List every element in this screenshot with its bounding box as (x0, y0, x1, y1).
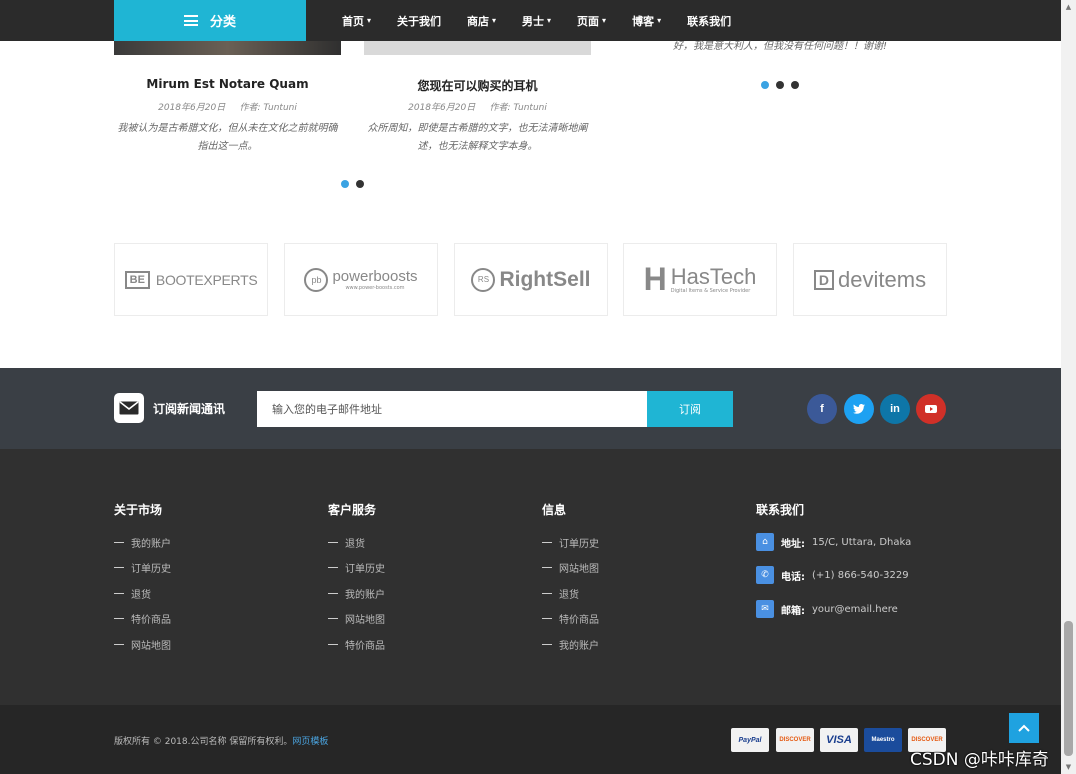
footer-column-title: 联系我们 (756, 503, 805, 517)
nav-item-shop[interactable]: 商店 ▾ (467, 13, 496, 29)
chevron-down-icon: ▾ (492, 16, 497, 25)
newsletter-section: 订阅新闻通讯 订阅 f in (0, 368, 1061, 449)
contact-address: ⌂ 地址: 15/C, Uttara, Dhaka (756, 533, 911, 551)
phone-icon: ✆ (756, 566, 774, 584)
blog-meta: 2018年6月20日 作者: Tuntuni (114, 100, 341, 113)
chevron-down-icon: ▾ (367, 16, 372, 25)
envelope-icon: ✉ (756, 600, 774, 618)
testimonial-dot[interactable] (791, 81, 799, 89)
footer-link[interactable]: 我的账户 (328, 586, 385, 601)
blog-date: 2018年6月20日 (408, 103, 476, 113)
contact-email: ✉ 邮箱: your@email.here (756, 600, 898, 618)
brand-bootexperts[interactable]: BE BOOTEXPERTS (114, 243, 268, 316)
blog-image-2[interactable] (364, 41, 591, 55)
scrollbar-thumb[interactable] (1064, 621, 1073, 756)
footer-link[interactable]: 我的账户 (114, 535, 171, 550)
maestro-icon: Maestro (864, 728, 902, 752)
footer-link[interactable]: 退货 (328, 535, 365, 550)
nav-item-men[interactable]: 男士 ▾ (522, 13, 551, 29)
footer-column-title: 客户服务 (328, 503, 377, 517)
devitems-logo-icon: D (813, 269, 835, 290)
brand-hastech[interactable]: H HasTech Digital Items & Service Provid… (623, 243, 777, 316)
copyright-text: 版权所有 © 2018.公司名称 保留所有权利。网页模板 (114, 737, 329, 747)
blog-author: 作者: Tuntuni (239, 103, 297, 113)
nav-item-home[interactable]: 首页 ▾ (342, 13, 371, 29)
paypal-icon: PayPal (731, 728, 769, 752)
hastech-logo-icon: H (643, 261, 667, 297)
brand-devitems[interactable]: D devitems (793, 243, 947, 316)
category-label: 分类 (209, 15, 236, 30)
scroll-up-arrow-icon[interactable]: ▲ (1061, 0, 1076, 14)
footer-link[interactable]: 网站地图 (114, 637, 171, 652)
chevron-down-icon: ▾ (602, 16, 607, 25)
blog-title[interactable]: 您现在可以购买的耳机 (364, 77, 591, 94)
hamburger-icon (183, 15, 198, 26)
subscribe-button[interactable]: 订阅 (647, 391, 733, 427)
chevron-down-icon: ▾ (547, 16, 552, 25)
footer-link[interactable]: 退货 (542, 586, 579, 601)
footer-link[interactable]: 网站地图 (542, 560, 599, 575)
footer-link[interactable]: 特价商品 (542, 611, 599, 626)
top-nav: 分类 首页 ▾ 关于我们 商店 ▾ 男士 ▾ 页面 ▾ 博客 ▾ 联系我们 (0, 0, 1061, 41)
nav-item-pages[interactable]: 页面 ▾ (577, 13, 606, 29)
chevron-down-icon: ▾ (657, 16, 662, 25)
youtube-icon[interactable] (916, 394, 946, 424)
scroll-down-arrow-icon[interactable]: ▼ (1061, 760, 1076, 774)
newsletter-email-input[interactable] (257, 391, 647, 427)
home-icon: ⌂ (756, 533, 774, 551)
footer-column-title: 信息 (542, 503, 567, 517)
template-link[interactable]: 网页模板 (292, 737, 328, 747)
footer-link[interactable]: 特价商品 (114, 611, 171, 626)
blog-meta: 2018年6月20日 作者: Tuntuni (364, 100, 591, 113)
blog-carousel-dot[interactable] (356, 180, 364, 188)
testimonial-dot-active[interactable] (761, 81, 769, 89)
footer-link[interactable]: 退货 (114, 586, 151, 601)
blog-title[interactable]: Mirum Est Notare Quam (114, 77, 341, 91)
footer: 关于市场 客户服务 信息 联系我们 我的账户 订单历史 退货 特价商品 网站地图… (0, 449, 1061, 705)
footer-link[interactable]: 网站地图 (328, 611, 385, 626)
twitter-icon[interactable] (844, 394, 874, 424)
powerboosts-logo-icon: pb (304, 267, 329, 292)
linkedin-icon[interactable]: in (880, 394, 910, 424)
rightsell-logo-icon: RS (471, 267, 496, 292)
copyright-bar: 版权所有 © 2018.公司名称 保留所有权利。网页模板 PayPal DISC… (0, 705, 1061, 774)
category-menu-button[interactable]: 分类 (114, 0, 306, 41)
brand-rightsell[interactable]: RS RightSell (454, 243, 608, 316)
footer-link[interactable]: 订单历史 (542, 535, 599, 550)
brand-powerboosts[interactable]: pb powerboosts www.power-boosts.com (284, 243, 438, 316)
discover-icon: DISCOVER (776, 728, 814, 752)
footer-link[interactable]: 我的账户 (542, 637, 599, 652)
newsletter-label: 订阅新闻通讯 (153, 402, 226, 416)
blog-author: 作者: Tuntuni (489, 103, 547, 113)
nav-item-blog[interactable]: 博客 ▾ (632, 13, 661, 29)
footer-link[interactable]: 订单历史 (328, 560, 385, 575)
nav-item-about[interactable]: 关于我们 (397, 13, 441, 29)
bootexperts-logo-icon: BE (124, 270, 150, 289)
facebook-icon[interactable]: f (807, 394, 837, 424)
watermark: CSDN @咔咔库奇 (910, 750, 1049, 770)
visa-icon: VISA (820, 728, 858, 752)
footer-column-title: 关于市场 (114, 503, 163, 517)
testimonial-dot[interactable] (776, 81, 784, 89)
nav-item-contact[interactable]: 联系我们 (687, 13, 731, 29)
envelope-icon (114, 393, 144, 423)
blog-excerpt: 我被认为是古希腊文化，但从未在文化之前就明确指出这一点。 (117, 123, 338, 152)
blog-image-1[interactable] (114, 41, 341, 55)
main-menu: 首页 ▾ 关于我们 商店 ▾ 男士 ▾ 页面 ▾ 博客 ▾ 联系我们 (342, 0, 757, 41)
footer-link[interactable]: 特价商品 (328, 637, 385, 652)
testimonial-text: 好，我是意大利人，但我没有任何问题！！谢谢! (672, 41, 887, 52)
chevron-up-icon (1018, 724, 1030, 732)
scroll-to-top-button[interactable] (1009, 713, 1039, 743)
contact-phone: ✆ 电话: (+1) 866-540-3229 (756, 566, 909, 584)
blog-date: 2018年6月20日 (158, 103, 226, 113)
blog-excerpt: 众所周知，即使是古希腊的文字，也无法清晰地阐述，也无法解释文字本身。 (367, 123, 588, 152)
blog-carousel-dot-active[interactable] (341, 180, 349, 188)
footer-link[interactable]: 订单历史 (114, 560, 171, 575)
